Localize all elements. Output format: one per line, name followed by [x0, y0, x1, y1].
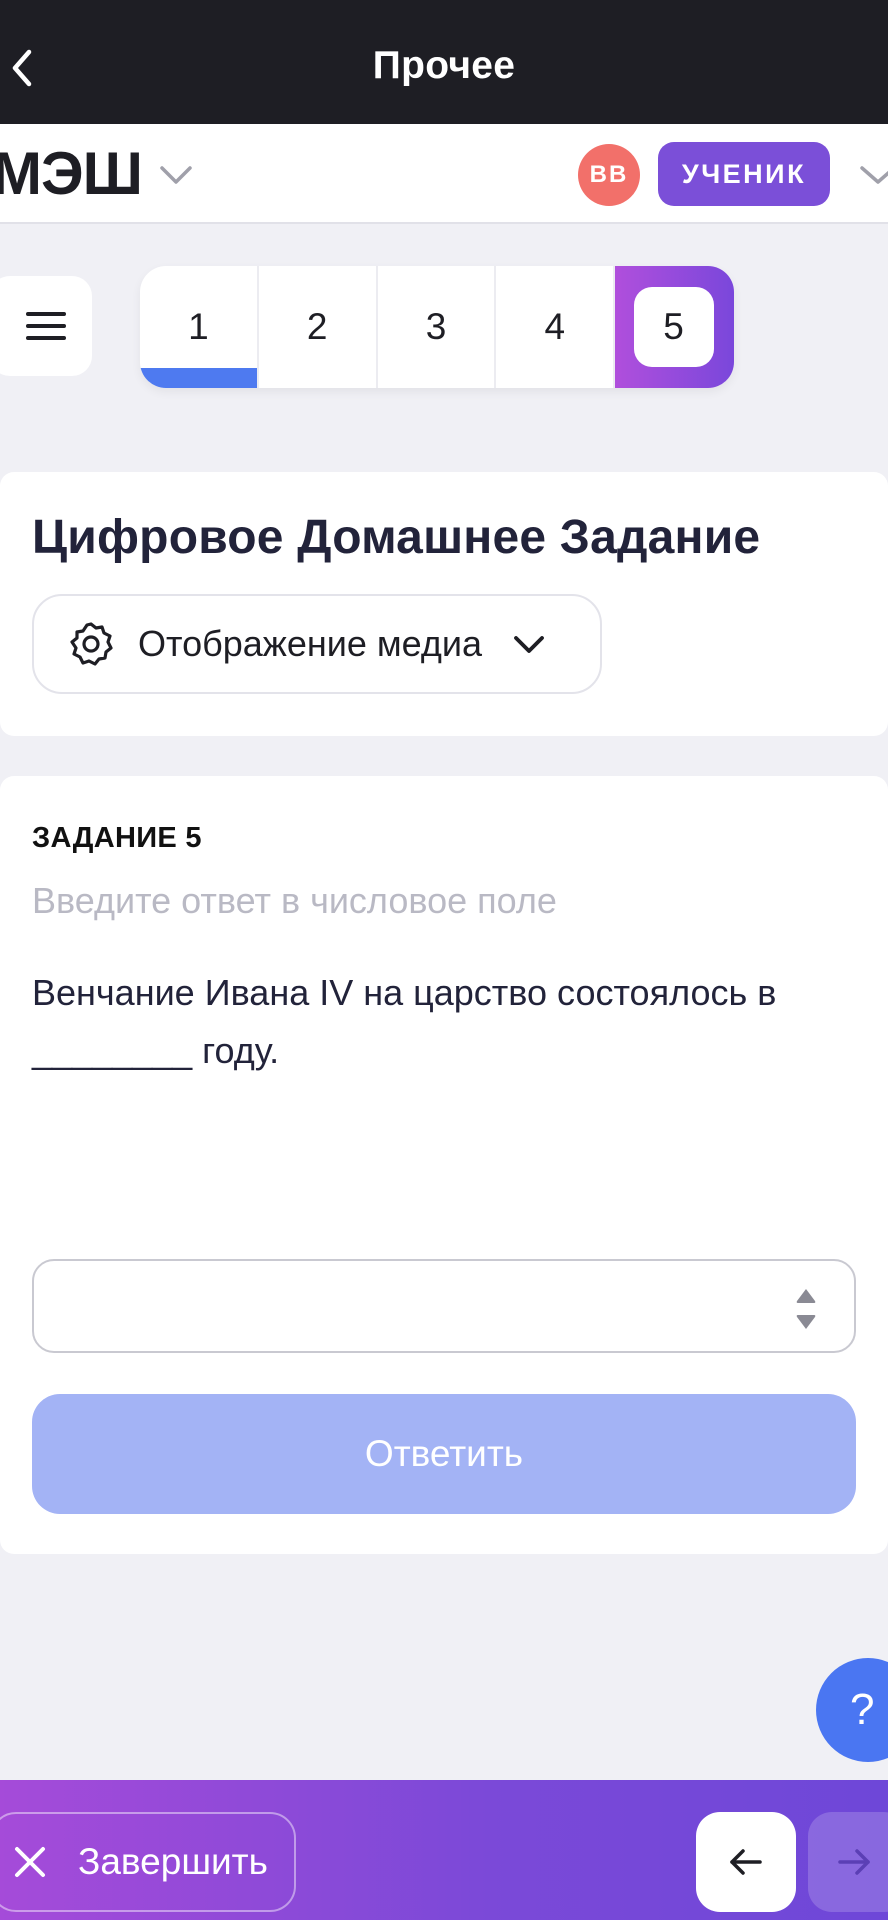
task-question: Венчание Ивана IV на царство состоялось … [32, 972, 777, 1071]
hamburger-icon [26, 312, 66, 340]
step-label: 5 [633, 287, 714, 367]
step-label: 4 [544, 306, 566, 347]
step-1[interactable]: 1 [140, 266, 259, 388]
step-3[interactable]: 3 [378, 266, 497, 388]
menu-button[interactable] [0, 276, 92, 376]
bottom-bar: Завершить [0, 1780, 888, 1920]
task-number: ЗАДАНИЕ 5 [32, 822, 202, 854]
homework-title-card: Цифровое Домашнее Задание Отображение ме… [0, 472, 888, 736]
step-label: 1 [188, 306, 209, 347]
chevron-down-icon [514, 636, 544, 653]
page-header-title: Прочее [372, 44, 516, 87]
task-stepper: 1 2 3 4 5 [140, 266, 734, 388]
finish-button[interactable]: Завершить [0, 1812, 296, 1912]
task-card: ЗАДАНИЕ 5 Введите ответ в числовое поле … [0, 776, 888, 1554]
finish-label: Завершить [78, 1841, 268, 1882]
step-5[interactable]: 5 [615, 266, 734, 388]
answer-input[interactable] [34, 1261, 854, 1351]
help-button[interactable]: ? [816, 1658, 888, 1762]
step-2[interactable]: 2 [259, 266, 378, 388]
gear-icon [70, 622, 113, 666]
chevron-down-icon[interactable] [858, 160, 888, 190]
media-display-dropdown[interactable]: Отображение медиа [32, 594, 602, 694]
chevron-down-icon[interactable] [158, 160, 194, 190]
step-label: 3 [425, 306, 447, 347]
number-stepper-icon[interactable] [794, 1285, 818, 1333]
app-logo[interactable]: МЭШ [0, 144, 143, 204]
step-label: 2 [306, 306, 328, 347]
next-task-button[interactable] [808, 1812, 888, 1912]
step-4[interactable]: 4 [496, 266, 616, 388]
app-bar: МЭШ ВВ УЧЕНИК [0, 124, 888, 224]
answer-number-field[interactable] [32, 1259, 856, 1353]
role-badge[interactable]: УЧЕНИК [658, 142, 830, 206]
arrow-left-icon [730, 1849, 762, 1875]
arrow-right-icon [838, 1849, 870, 1875]
submit-answer-button[interactable]: Ответить [32, 1394, 856, 1514]
close-icon [15, 1847, 45, 1877]
task-hint: Введите ответ в числовое поле [32, 880, 557, 921]
top-header: Прочее [0, 0, 888, 124]
media-display-label: Отображение медиа [138, 623, 483, 664]
previous-task-button[interactable] [696, 1812, 796, 1912]
page-title: Цифровое Домашнее Задание [32, 511, 761, 564]
avatar[interactable]: ВВ [578, 144, 640, 206]
